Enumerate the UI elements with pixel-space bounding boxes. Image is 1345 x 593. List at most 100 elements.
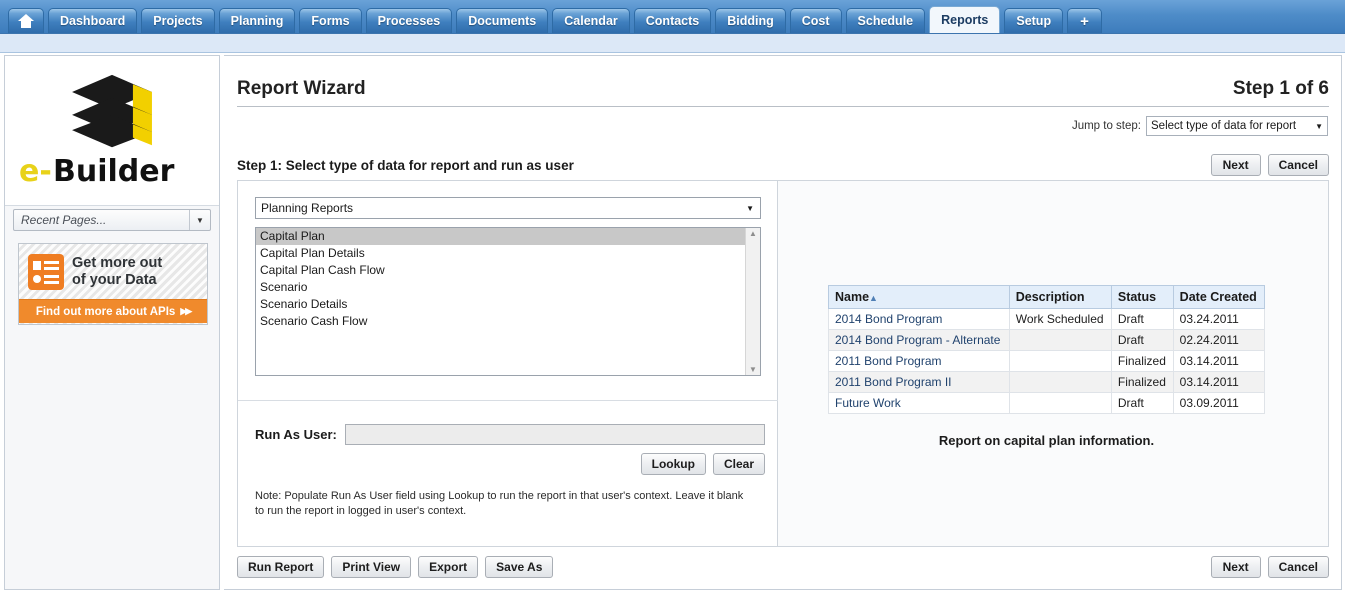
- report-list-box[interactable]: Capital Plan Capital Plan Details Capital …: [255, 227, 761, 376]
- run-as-user-input[interactable]: [344, 424, 765, 445]
- cell-date-created: 03.14.2011: [1172, 350, 1266, 372]
- tab-contacts[interactable]: Contacts: [633, 8, 712, 33]
- run-as-user-buttons: Lookup Clear: [255, 453, 765, 475]
- api-promo-content: Get more out of your Data: [19, 244, 207, 299]
- api-promo-banner[interactable]: Get more out of your Data Find out more …: [18, 243, 208, 325]
- report-type-value: Planning Reports: [261, 201, 354, 215]
- tab-reports[interactable]: Reports: [929, 6, 1001, 33]
- cell-description: [1008, 392, 1112, 414]
- tab-dashboard-label: Dashboard: [60, 14, 126, 28]
- run-as-user-row: Run As User:: [255, 424, 765, 445]
- print-view-button[interactable]: Print View: [331, 556, 412, 578]
- table-row[interactable]: 2014 Bond Program Work Scheduled Draft 03.2…: [828, 308, 1266, 330]
- column-header-name[interactable]: Name▲: [828, 285, 1010, 309]
- step-counter: Step 1 of 6: [1232, 78, 1329, 99]
- step-heading-row: Step 1: Select type of data for report a…: [237, 154, 1329, 176]
- cell-status: Draft: [1110, 329, 1174, 351]
- selection-panel: Planning Reports ▼ Capital Plan Capital P…: [238, 181, 778, 546]
- preview-panel: Name▲ Description Status Date Created 20…: [778, 181, 1328, 546]
- table-row[interactable]: 2014 Bond Program - Alternate Draft 02.24.…: [828, 329, 1266, 351]
- tab-add[interactable]: +: [1067, 8, 1102, 33]
- table-row[interactable]: 2011 Bond Program II Finalized 03.14.2011: [828, 371, 1266, 393]
- api-promo-cta-button[interactable]: Find out more about APIs ▶▶: [19, 299, 207, 323]
- list-item[interactable]: Scenario Details: [256, 296, 745, 313]
- run-as-user-label: Run As User:: [255, 427, 337, 442]
- cell-name[interactable]: 2014 Bond Program: [828, 308, 1010, 330]
- clear-button[interactable]: Clear: [712, 453, 765, 475]
- next-button-top[interactable]: Next: [1210, 154, 1261, 176]
- next-button-bottom[interactable]: Next: [1210, 556, 1261, 578]
- cell-name[interactable]: 2011 Bond Program: [828, 350, 1010, 372]
- list-item[interactable]: Capital Plan Cash Flow: [256, 262, 745, 279]
- main-content-area: Report Wizard Step 1 of 6 Jump to step: …: [224, 55, 1342, 590]
- jump-to-step-row: Jump to step: Select type of data for re…: [1072, 116, 1328, 136]
- report-list-scrollbar[interactable]: ▲ ▼: [745, 228, 760, 375]
- column-header-name-label: Name: [835, 290, 870, 304]
- cell-name[interactable]: 2014 Bond Program - Alternate: [828, 329, 1010, 351]
- scroll-up-icon[interactable]: ▲: [749, 229, 757, 238]
- chevron-down-icon: ▼: [1315, 121, 1323, 131]
- api-promo-line1: Get more out: [72, 255, 163, 272]
- tab-bidding-label: Bidding: [727, 14, 774, 28]
- cell-description: Work Scheduled: [1008, 308, 1112, 330]
- column-header-description[interactable]: Description: [1008, 285, 1112, 309]
- left-sidebar: « e- Builder Recent Pages... ▼ Get more …: [4, 55, 220, 590]
- cell-status: Finalized: [1110, 371, 1174, 393]
- page-header: Report Wizard Step 1 of 6: [237, 78, 1329, 107]
- table-row[interactable]: Future Work Draft 03.09.2011: [828, 392, 1266, 414]
- cell-date-created: 02.24.2011: [1172, 329, 1266, 351]
- cell-description: [1008, 350, 1112, 372]
- tab-setup[interactable]: Setup: [1004, 8, 1064, 33]
- table-row[interactable]: 2011 Bond Program Finalized 03.14.2011: [828, 350, 1266, 372]
- tab-forms[interactable]: Forms: [299, 8, 362, 33]
- lookup-button[interactable]: Lookup: [640, 453, 706, 475]
- footer-left-buttons: Run Report Print View Export Save As: [237, 556, 554, 578]
- tab-planning[interactable]: Planning: [218, 8, 296, 33]
- tab-setup-label: Setup: [1016, 14, 1052, 28]
- sort-ascending-icon: ▲: [869, 293, 878, 303]
- ebuilder-wordmark: e- Builder: [19, 154, 175, 189]
- list-item[interactable]: Capital Plan Details: [256, 245, 745, 262]
- tab-calendar-label: Calendar: [564, 14, 618, 28]
- save-as-button[interactable]: Save As: [485, 556, 554, 578]
- data-list-icon: [28, 253, 64, 290]
- column-header-status[interactable]: Status: [1110, 285, 1174, 309]
- cell-description: [1008, 329, 1112, 351]
- run-report-button[interactable]: Run Report: [237, 556, 325, 578]
- column-header-date-created[interactable]: Date Created: [1172, 285, 1266, 309]
- tab-schedule[interactable]: Schedule: [845, 8, 926, 33]
- api-promo-line2: of your Data: [72, 271, 157, 288]
- tab-cost-label: Cost: [801, 14, 830, 28]
- jump-to-step-select[interactable]: Select type of data for report ▼: [1146, 116, 1328, 136]
- list-item[interactable]: Scenario Cash Flow: [256, 313, 745, 330]
- tab-projects[interactable]: Projects: [141, 8, 215, 33]
- report-type-select[interactable]: Planning Reports ▼: [255, 197, 761, 219]
- tab-dashboard[interactable]: Dashboard: [48, 8, 138, 33]
- scroll-down-icon[interactable]: ▼: [749, 365, 757, 374]
- list-item[interactable]: Scenario: [256, 279, 745, 296]
- tab-forms-label: Forms: [311, 14, 350, 28]
- panel-divider: [238, 400, 778, 401]
- sub-toolbar-strip: [0, 34, 1345, 53]
- cell-name[interactable]: Future Work: [828, 392, 1010, 414]
- footer-action-bar: Run Report Print View Export Save As Nex…: [237, 556, 1329, 578]
- tab-processes[interactable]: Processes: [365, 8, 453, 33]
- cell-status: Draft: [1110, 392, 1174, 414]
- tab-processes-label: Processes: [377, 14, 441, 28]
- list-item[interactable]: Capital Plan: [256, 228, 745, 245]
- recent-pages-dropdown[interactable]: Recent Pages... ▼: [13, 209, 211, 231]
- tab-calendar[interactable]: Calendar: [552, 8, 630, 33]
- tab-schedule-label: Schedule: [857, 14, 914, 28]
- report-preview-table: Name▲ Description Status Date Created 20…: [828, 285, 1266, 414]
- tab-documents-label: Documents: [468, 14, 537, 28]
- cancel-button-top[interactable]: Cancel: [1267, 154, 1329, 176]
- tab-home[interactable]: [8, 8, 44, 33]
- tab-documents[interactable]: Documents: [456, 8, 549, 33]
- step-heading: Step 1: Select type of data for report a…: [237, 157, 574, 173]
- export-button[interactable]: Export: [418, 556, 479, 578]
- cancel-button-bottom[interactable]: Cancel: [1267, 556, 1329, 578]
- tab-cost[interactable]: Cost: [789, 8, 842, 33]
- tab-bidding[interactable]: Bidding: [715, 8, 786, 33]
- svg-text:e-: e-: [19, 154, 52, 189]
- cell-name[interactable]: 2011 Bond Program II: [828, 371, 1010, 393]
